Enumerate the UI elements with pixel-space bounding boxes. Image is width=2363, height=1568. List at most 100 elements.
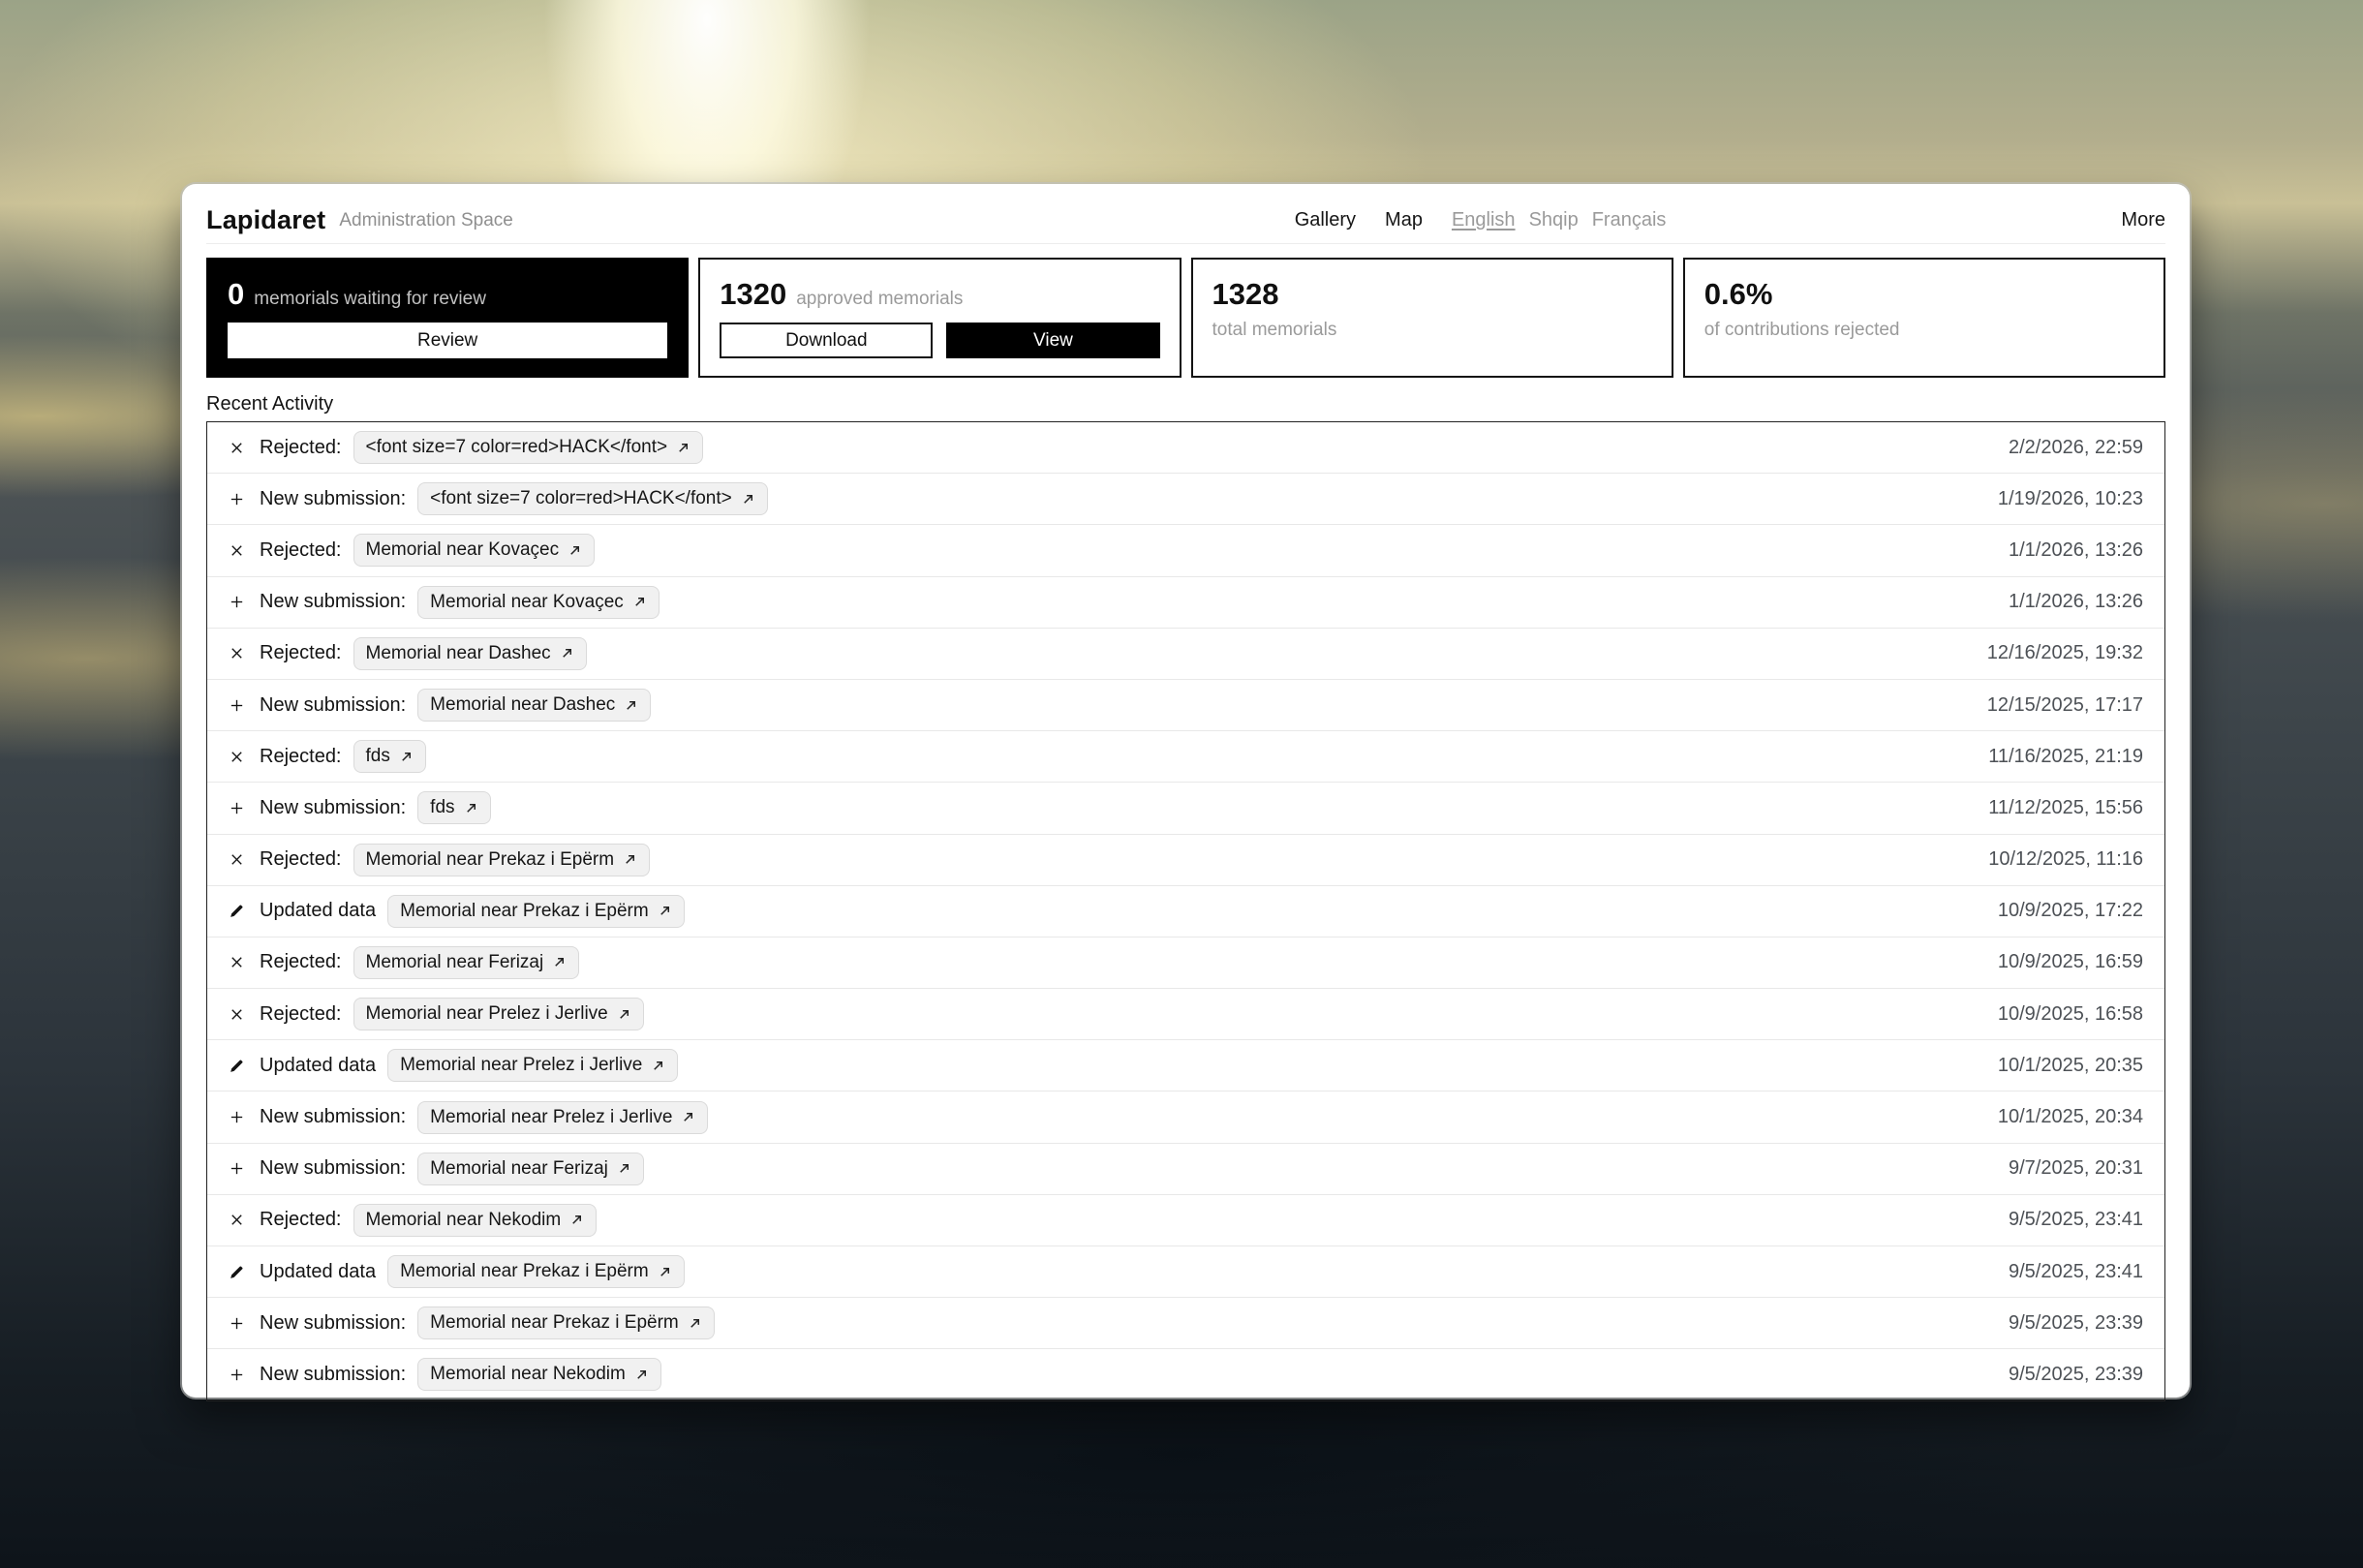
total-count: 1328 bbox=[1212, 277, 1652, 312]
activity-timestamp: 1/1/2026, 13:26 bbox=[2009, 591, 2143, 613]
plus-icon bbox=[227, 798, 246, 817]
memorial-chip[interactable]: Memorial near Ferizaj bbox=[353, 946, 580, 979]
x-icon bbox=[227, 747, 246, 766]
memorial-chip[interactable]: Memorial near Prekaz i Epërm bbox=[387, 1255, 685, 1288]
activity-timestamp: 10/1/2025, 20:34 bbox=[1998, 1106, 2143, 1128]
activity-timestamp: 9/5/2025, 23:41 bbox=[2009, 1261, 2143, 1283]
activity-row: New submission: Memorial near Nekodim 9/… bbox=[207, 1348, 2164, 1399]
external-link-icon bbox=[658, 1265, 672, 1279]
activity-timestamp: 1/19/2026, 10:23 bbox=[1998, 488, 2143, 510]
external-link-icon bbox=[688, 1316, 702, 1331]
pencil-icon bbox=[227, 1262, 246, 1281]
activity-timestamp: 9/5/2025, 23:39 bbox=[2009, 1312, 2143, 1335]
lang-francais[interactable]: Français bbox=[1592, 209, 1667, 231]
download-button[interactable]: Download bbox=[720, 323, 933, 358]
memorial-chip[interactable]: Memorial near Prelez i Jerlive bbox=[417, 1101, 708, 1134]
memorial-chip[interactable]: Memorial near Dashec bbox=[417, 689, 651, 722]
header: Lapidaret Administration Space Gallery M… bbox=[206, 184, 2165, 244]
x-icon bbox=[227, 850, 246, 870]
activity-label: New submission: bbox=[260, 488, 406, 510]
memorial-chip[interactable]: Memorial near Prelez i Jerlive bbox=[353, 998, 644, 1030]
memorial-name: Memorial near Dashec bbox=[430, 694, 615, 716]
x-icon bbox=[227, 438, 246, 457]
activity-row: New submission: Memorial near Ferizaj 9/… bbox=[207, 1143, 2164, 1194]
memorial-name: fds bbox=[430, 797, 454, 818]
memorial-chip[interactable]: Memorial near Kovaçec bbox=[353, 534, 596, 567]
activity-timestamp: 9/5/2025, 23:39 bbox=[2009, 1364, 2143, 1386]
memorial-name: Memorial near Dashec bbox=[366, 643, 551, 664]
activity-row: Rejected: Memorial near Prelez i Jerlive… bbox=[207, 988, 2164, 1039]
rejected-pct-label: of contributions rejected bbox=[1704, 320, 2144, 341]
external-link-icon bbox=[552, 955, 567, 969]
activity-row: New submission: Memorial near Dashec 12/… bbox=[207, 679, 2164, 730]
external-link-icon bbox=[399, 750, 414, 764]
activity-label: Rejected: bbox=[260, 848, 342, 871]
memorial-name: Memorial near Prekaz i Epërm bbox=[430, 1312, 679, 1334]
plus-icon bbox=[227, 1365, 246, 1384]
stats-row: 0 memorials waiting for review Review 13… bbox=[206, 258, 2165, 378]
external-link-icon bbox=[464, 801, 478, 815]
app-subtitle: Administration Space bbox=[339, 210, 513, 231]
memorial-chip[interactable]: fds bbox=[417, 791, 490, 824]
activity-timestamp: 9/5/2025, 23:41 bbox=[2009, 1209, 2143, 1231]
activity-label: New submission: bbox=[260, 1106, 406, 1128]
activity-row: New submission: Memorial near Kovaçec 1/… bbox=[207, 576, 2164, 628]
waiting-count: 0 bbox=[228, 277, 244, 312]
x-icon bbox=[227, 1004, 246, 1024]
stat-card-approved: 1320 approved memorials Download View bbox=[698, 258, 1181, 378]
nav-map[interactable]: Map bbox=[1385, 209, 1423, 231]
activity-label: Updated data bbox=[260, 1261, 376, 1283]
memorial-name: Memorial near Nekodim bbox=[366, 1210, 562, 1231]
memorial-chip[interactable]: Memorial near Dashec bbox=[353, 637, 587, 670]
activity-timestamp: 12/15/2025, 17:17 bbox=[1987, 694, 2143, 717]
memorial-name: Memorial near Kovaçec bbox=[366, 539, 560, 561]
memorial-chip[interactable]: <font size=7 color=red>HACK</font> bbox=[353, 431, 704, 464]
memorial-chip[interactable]: fds bbox=[353, 740, 426, 773]
activity-row: Updated data Memorial near Prekaz i Epër… bbox=[207, 1245, 2164, 1297]
nav-gallery[interactable]: Gallery bbox=[1295, 209, 1356, 231]
external-link-icon bbox=[741, 492, 755, 507]
activity-label: New submission: bbox=[260, 1364, 406, 1386]
review-button[interactable]: Review bbox=[228, 323, 667, 358]
activity-row: Rejected: Memorial near Prekaz i Epërm 1… bbox=[207, 834, 2164, 885]
memorial-chip[interactable]: Memorial near Prekaz i Epërm bbox=[353, 844, 651, 876]
activity-row: New submission: Memorial near Prelez i J… bbox=[207, 1091, 2164, 1142]
plus-icon bbox=[227, 1313, 246, 1333]
memorial-chip[interactable]: <font size=7 color=red>HACK</font> bbox=[417, 482, 768, 515]
memorial-chip[interactable]: Memorial near Prekaz i Epërm bbox=[417, 1307, 715, 1339]
memorial-chip[interactable]: Memorial near Ferizaj bbox=[417, 1153, 644, 1185]
x-icon bbox=[227, 953, 246, 972]
lang-english[interactable]: English bbox=[1452, 209, 1516, 231]
external-link-icon bbox=[624, 698, 638, 713]
activity-label: Rejected: bbox=[260, 539, 342, 562]
activity-timestamp: 11/16/2025, 21:19 bbox=[1988, 746, 2143, 768]
approved-label: approved memorials bbox=[796, 289, 963, 310]
memorial-name: Memorial near Prelez i Jerlive bbox=[400, 1055, 642, 1076]
activity-label: New submission: bbox=[260, 1157, 406, 1180]
header-nav: Gallery Map English Shqip Français More bbox=[1295, 209, 2165, 231]
pencil-icon bbox=[227, 1056, 246, 1075]
activity-label: Updated data bbox=[260, 900, 376, 922]
memorial-chip[interactable]: Memorial near Prekaz i Epërm bbox=[387, 895, 685, 928]
stat-card-waiting: 0 memorials waiting for review Review bbox=[206, 258, 689, 378]
view-button[interactable]: View bbox=[946, 323, 1159, 358]
activity-row: Rejected: Memorial near Kovaçec 1/1/2026… bbox=[207, 524, 2164, 575]
stat-card-rejected-pct: 0.6% of contributions rejected bbox=[1683, 258, 2165, 378]
external-link-icon bbox=[632, 595, 647, 609]
nav-more[interactable]: More bbox=[2121, 209, 2165, 231]
memorial-name: Memorial near Prekaz i Epërm bbox=[400, 1261, 649, 1282]
memorial-chip[interactable]: Memorial near Prelez i Jerlive bbox=[387, 1049, 678, 1082]
activity-row: Rejected: Memorial near Dashec 12/16/202… bbox=[207, 628, 2164, 679]
activity-timestamp: 12/16/2025, 19:32 bbox=[1987, 642, 2143, 664]
external-link-icon bbox=[569, 1213, 584, 1227]
external-link-icon bbox=[560, 646, 574, 661]
activity-row: Rejected: Memorial near Ferizaj 10/9/202… bbox=[207, 937, 2164, 988]
activity-label: Rejected: bbox=[260, 746, 342, 768]
memorial-chip[interactable]: Memorial near Nekodim bbox=[417, 1358, 661, 1391]
recent-activity-heading: Recent Activity bbox=[206, 389, 2165, 418]
activity-timestamp: 1/1/2026, 13:26 bbox=[2009, 539, 2143, 562]
memorial-chip[interactable]: Memorial near Kovaçec bbox=[417, 586, 660, 619]
activity-label: New submission: bbox=[260, 797, 406, 819]
memorial-chip[interactable]: Memorial near Nekodim bbox=[353, 1204, 598, 1237]
lang-shqip[interactable]: Shqip bbox=[1529, 209, 1579, 231]
